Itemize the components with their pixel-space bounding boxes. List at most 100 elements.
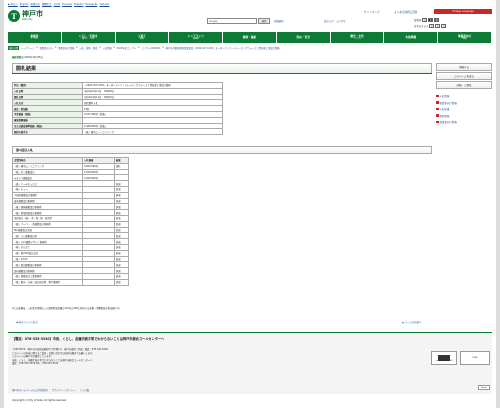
bid-row: （株）郡市・計画・設計研究所 神戸事務所 辞退 [12, 278, 129, 286]
bullet-icon [436, 94, 439, 98]
nav-item-label: 防災・安全 [296, 35, 311, 39]
reading-assist-link[interactable]: 読み上げ・ふりがな [324, 19, 346, 23]
last-updated-label: 最終更新日 [12, 56, 24, 59]
sitemap-link[interactable]: サイトマップ [364, 10, 380, 14]
info-row: 契約の相手方 （株）横浜エンジニアリング [12, 128, 223, 136]
sidebar-button-0[interactable]: 印刷する [436, 63, 492, 71]
nav-item-5[interactable]: 防災・安全 [277, 32, 331, 43]
top-link-0[interactable]: ▶ 本文へ [8, 2, 18, 6]
page: ▶ 本文へ English 简体中文 繁體中文 한국어 Français Español Po… [4, 0, 496, 408]
top-link-7[interactable]: Português [85, 3, 97, 6]
kobe-design-badge[interactable]: KOBE [460, 351, 490, 365]
text-size-control: 文字の大きさ 小 中 大 [414, 24, 447, 28]
site-logo[interactable]: T 神戸市 Kobe City [8, 10, 43, 22]
price-note: ※上記金額は、入札者が見積もった契約希望金額の110分の100に相当する金額（消… [12, 307, 122, 310]
info-label: 契約の相手方 [12, 128, 83, 136]
background-color-control: 背景色 白 黒 青 [414, 18, 440, 22]
address-line: 電話：078-333-3330 Fax：078-333-3314 [12, 362, 59, 366]
unesco-badge-text: Creative City DESIGN [435, 360, 453, 362]
sidebar-link-2[interactable]: 入札結果 [436, 107, 492, 111]
logo-text: 神戸市 [22, 10, 43, 18]
top-link-1[interactable]: English [20, 3, 29, 6]
footer-links: 神戸市ホームページのご利用案内 プライバシーポリシー リンク集 [12, 388, 89, 392]
bg-white-option[interactable]: 白 [422, 18, 428, 22]
footer-link-1[interactable]: プライバシーポリシー [52, 388, 76, 392]
info-value: （株）横浜エンジニアリング [82, 128, 223, 136]
nav-item-1[interactable]: くらし・手続き 暮らし・生活 [62, 32, 116, 43]
share-button[interactable]: Share [478, 385, 490, 390]
tender-info-table: 件名（種別） （2020-0171-001）オーダーアイランドムービングウォーク上… [12, 82, 223, 136]
breadcrumb-item[interactable]: 事業者向け情報 [58, 46, 74, 50]
previous-page-label: 前のページへ戻る [18, 321, 38, 324]
kobe-logo-icon: T [8, 10, 20, 22]
sidebar-button-1[interactable]: このページを送る [436, 72, 492, 80]
nav-item-6[interactable]: 観光・文化 イベント [331, 32, 385, 43]
top-links: ▶ 本文へ English 简体中文 繁體中文 한국어 Français Español Po… [8, 1, 109, 7]
nav-item-8[interactable]: 事業者向け 情報 [438, 32, 493, 43]
sidebar-link-3[interactable]: 契約情報 [436, 114, 492, 118]
sidebar-button-2[interactable]: 評価・ご意見 [436, 81, 492, 89]
breadcrumb-separator-icon: > [54, 46, 57, 49]
breadcrumb-label: 現在位置 [8, 45, 20, 50]
text-size-label: 文字の大きさ [414, 25, 429, 28]
sidebar-link-label: 契約情報 [439, 114, 450, 118]
top-link-6[interactable]: Español [74, 3, 83, 6]
nav-item-3[interactable]: シニアライフ 高齢者 [169, 32, 224, 43]
nav-item-sublabel: 教育 [139, 37, 144, 40]
breadcrumb-item[interactable]: 事業者の方へ [39, 46, 53, 50]
text-small-option[interactable]: 小 [429, 24, 435, 28]
sidebar-link-0[interactable]: 入札情報 [436, 94, 492, 98]
bg-color-label: 背景色 [414, 19, 422, 22]
breadcrumb-item[interactable]: 2020年度コンサル [117, 46, 137, 50]
sidebar-link-label: 事業者向け情報 [439, 121, 457, 124]
text-medium-option[interactable]: 中 [435, 24, 441, 28]
page-top-link[interactable]: ▲ ページの先頭へ [402, 320, 421, 324]
top-link-5[interactable]: Français [62, 3, 72, 6]
bid-price-cell [82, 278, 115, 286]
bg-black-option[interactable]: 黒 [428, 18, 434, 22]
nav-item-0[interactable]: 事業者 ポータル [8, 32, 62, 43]
footer-link-2[interactable]: リンク集 [80, 388, 90, 392]
sidebar-link-label: 事業者向け情報 [439, 101, 457, 105]
text-large-option[interactable]: 大 [441, 24, 447, 28]
breadcrumb-separator-icon: > [113, 46, 116, 49]
search-button[interactable]: 検索 [258, 18, 270, 24]
nav-item-7[interactable]: 市政情報 [384, 32, 439, 43]
breadcrumb-separator-icon: > [75, 46, 78, 49]
breadcrumb-item[interactable]: コンサル2020011 [141, 46, 160, 50]
nav-item-sublabel: 高齢者 [192, 37, 199, 40]
breadcrumb-item[interactable]: 入札・契約・税金 [79, 46, 97, 50]
sidebar-link-4[interactable]: 事業者向け情報 [436, 120, 492, 124]
nav-item-2[interactable]: 子育て 教育 [116, 32, 170, 43]
sidebar-link-label: 入札情報 [439, 95, 450, 98]
sidebar-link-1[interactable]: 事業者向け情報 [436, 101, 492, 105]
breadcrumb-item[interactable]: 入札情報 [102, 46, 111, 50]
faq-link[interactable]: よくある質問と回答 [394, 10, 417, 14]
previous-page-link[interactable]: ◀ 前のページへ戻る [16, 320, 38, 324]
search-input[interactable]: Google [207, 18, 257, 24]
nav-item-sublabel: イベント [353, 37, 362, 40]
breadcrumb-separator-icon: > [35, 46, 38, 49]
last-updated: 最終更新日 2020年12月25日 [12, 55, 43, 59]
breadcrumb-separator-icon: > [99, 46, 101, 49]
section-title: 第1回目入札 [16, 148, 34, 152]
breadcrumb-item[interactable]: トップページ [21, 46, 35, 50]
top-link-8[interactable]: Vietnam [99, 3, 109, 6]
top-link-4[interactable]: 한국어 [54, 2, 61, 6]
bullet-icon [436, 120, 439, 124]
bid-company-cell: （株）郡市・計画・設計研究所 神戸事務所 [12, 278, 83, 286]
top-link-2[interactable]: 简体中文 [30, 2, 40, 6]
nav-item-4[interactable]: 健康・福祉 [223, 32, 277, 43]
breadcrumb-separator-icon: > [162, 46, 165, 49]
breadcrumb: 現在位置 トップページ > 事業者の方へ > 事業者向け情報 > 入札・契約・税金 > 入札情報… [8, 45, 492, 50]
sidebar-link-label: 入札結果 [439, 108, 450, 111]
bg-blue-option[interactable]: 青 [434, 18, 440, 22]
page-title: 開札結果 [16, 66, 37, 72]
foreign-language-button[interactable]: Foreign Language [434, 9, 492, 14]
detail-search-link[interactable]: 詳細検索 [274, 19, 284, 23]
top-link-3[interactable]: 繁體中文 [42, 2, 52, 6]
section-header: 第1回目入札 [12, 146, 432, 154]
unesco-badge[interactable]: Creative City DESIGN [431, 351, 457, 365]
nav-item-sublabel: 暮らし・生活 [82, 37, 95, 40]
footer-link-0[interactable]: 神戸市ホームページのご利用案内 [12, 388, 48, 392]
